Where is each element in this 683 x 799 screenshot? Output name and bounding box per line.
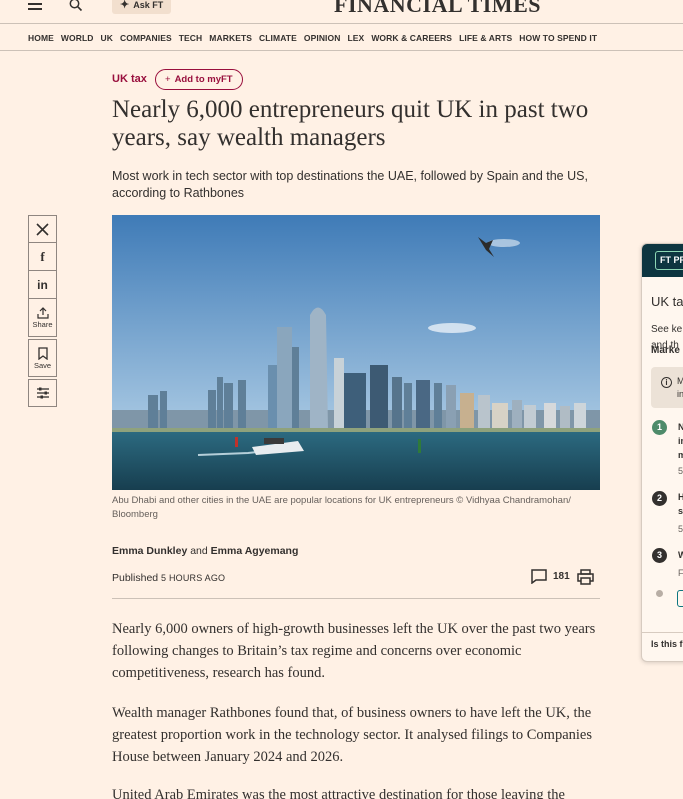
ft-logo[interactable]: FINANCIAL TIMES	[334, 0, 541, 18]
carousel-dot[interactable]	[656, 590, 663, 597]
article-divider	[112, 598, 600, 599]
sparkle-icon: ✦	[120, 0, 130, 11]
article-paragraph: United Arab Emirates was the most attrac…	[112, 787, 565, 799]
article-headline: Nearly 6,000 entrepreneurs quit UK in pa…	[112, 96, 589, 151]
comment-icon	[531, 569, 547, 584]
list-number: 2	[652, 491, 667, 506]
nav-item-home[interactable]: HOME	[28, 27, 54, 49]
share-x-button[interactable]	[28, 215, 57, 243]
panel-title: UK ta	[651, 294, 683, 309]
panel-header: FT PR	[642, 244, 683, 277]
list-number: 1	[652, 420, 667, 435]
nav-item-lex[interactable]: LEX	[347, 27, 364, 49]
panel-section-title: Marke	[651, 345, 680, 356]
panel-feedback[interactable]: Is this f	[642, 632, 683, 649]
nav-item-life-arts[interactable]: LIFE & ARTS	[459, 27, 512, 49]
info-icon: i	[661, 377, 672, 388]
nav-item-markets[interactable]: MARKETS	[209, 27, 252, 49]
article-paragraph: Nearly 6,000 owners of high-growth busin…	[112, 621, 596, 681]
settings-button[interactable]	[28, 379, 57, 407]
nav-item-uk[interactable]: UK	[101, 27, 113, 49]
share-linkedin-button[interactable]: in	[28, 271, 57, 299]
nav-item-companies[interactable]: COMPANIES	[120, 27, 172, 49]
x-icon	[36, 222, 49, 236]
hamburger-menu-icon[interactable]	[28, 0, 42, 12]
print-icon[interactable]	[577, 569, 594, 585]
list-item[interactable]: H s	[678, 490, 683, 518]
ft-pro-badge: FT PR	[655, 251, 683, 270]
nav-item-work-careers[interactable]: WORK & CAREERS	[371, 27, 452, 49]
save-button[interactable]: Save	[28, 339, 57, 377]
top-bar: ✦ Ask FT FINANCIAL TIMES	[0, 0, 683, 24]
list-item[interactable]: N in m	[678, 420, 683, 462]
nav-item-how-to-spend-it[interactable]: HOW TO SPEND IT	[519, 27, 597, 49]
facebook-icon: f	[40, 248, 45, 264]
topic-tag[interactable]: UK tax	[112, 73, 147, 85]
main-nav: HOME WORLD UK COMPANIES TECH MARKETS CLI…	[28, 27, 604, 49]
list-item[interactable]: W	[678, 548, 683, 562]
linkedin-icon: in	[37, 277, 48, 292]
article-paragraph: Wealth manager Rathbones found that, of …	[112, 705, 593, 765]
share-icon	[36, 306, 49, 319]
plus-icon: +	[165, 74, 171, 85]
nav-item-opinion[interactable]: OPINION	[304, 27, 341, 49]
list-number: 3	[652, 548, 667, 563]
add-to-myft-button[interactable]: + Add to myFT	[155, 69, 243, 90]
ft-pro-panel: FT PR UK ta See ke and th Marke i M in 1…	[641, 243, 683, 662]
share-rail: f in Share Save	[28, 215, 57, 407]
bookmark-icon	[37, 346, 48, 360]
comment-count: 181	[553, 571, 570, 582]
nav-item-world[interactable]: WORLD	[61, 27, 94, 49]
share-facebook-button[interactable]: f	[28, 243, 57, 271]
article-standfirst: Most work in tech sector with top destin…	[112, 169, 588, 200]
author-link[interactable]: Emma Dunkley	[112, 545, 187, 557]
sliders-icon	[36, 387, 49, 399]
share-button[interactable]: Share	[28, 299, 57, 337]
search-icon[interactable]	[69, 0, 83, 12]
byline: Emma Dunkley and Emma Agyemang	[112, 545, 299, 557]
published-date: Published 5 HOURS AGO	[112, 572, 226, 584]
comments-button[interactable]: 181	[531, 569, 570, 584]
hero-image	[112, 215, 600, 490]
panel-button[interactable]	[677, 590, 683, 607]
panel-info-box: i M in	[651, 367, 683, 408]
nav-divider	[0, 50, 683, 51]
ask-ft-button[interactable]: ✦ Ask FT	[112, 0, 172, 14]
nav-item-climate[interactable]: CLIMATE	[259, 27, 297, 49]
nav-item-tech[interactable]: TECH	[179, 27, 203, 49]
author-link[interactable]: Emma Agyemang	[211, 545, 299, 557]
image-caption: Abu Dhabi and other cities in the UAE ar…	[112, 495, 571, 520]
